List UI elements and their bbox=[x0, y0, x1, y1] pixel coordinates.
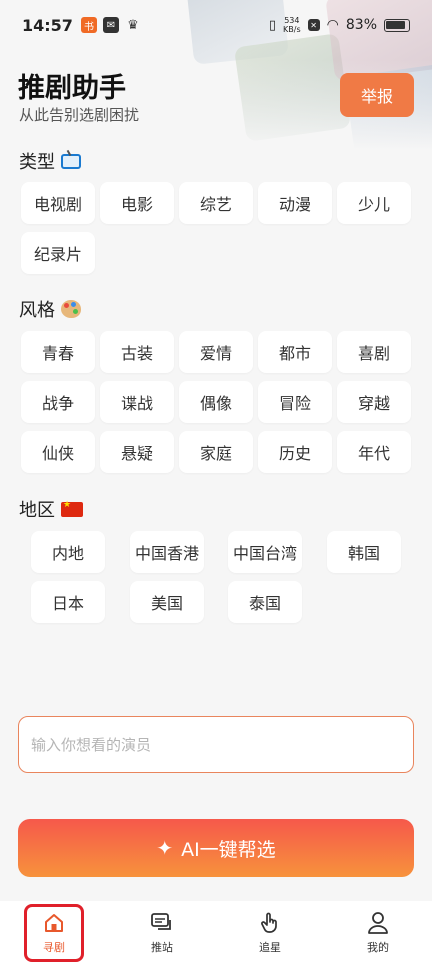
mail-notification-icon: ✉ bbox=[102, 17, 119, 33]
region-chip[interactable]: 日本 bbox=[31, 581, 105, 623]
status-time: 14:57 bbox=[22, 15, 73, 35]
style-chip[interactable]: 战争 bbox=[21, 381, 95, 423]
page-subtitle: 从此告别选剧困扰 bbox=[19, 106, 140, 124]
style-chip[interactable]: 爱情 bbox=[179, 331, 253, 373]
bottom-tab-bar: 寻剧 推站 追星 我的 bbox=[0, 901, 432, 964]
style-chip[interactable]: 谍战 bbox=[100, 381, 174, 423]
region-chip[interactable]: 中国香港 bbox=[130, 531, 204, 573]
user-icon bbox=[366, 911, 390, 935]
style-chip[interactable]: 青春 bbox=[21, 331, 95, 373]
network-speed: 534 KB/s bbox=[283, 16, 301, 34]
style-chip[interactable]: 年代 bbox=[337, 431, 411, 473]
style-section-label: 风格 bbox=[19, 300, 55, 321]
vibrate-icon: ▯ bbox=[268, 17, 277, 33]
notification-icons: 书 ✉ ♛ bbox=[80, 17, 141, 33]
tab-find-drama[interactable]: 寻剧 bbox=[0, 901, 108, 964]
region-section-label: 地区 bbox=[19, 500, 55, 521]
tab-label: 我的 bbox=[367, 940, 389, 954]
type-chip[interactable]: 电视剧 bbox=[21, 182, 95, 224]
style-chip[interactable]: 喜剧 bbox=[337, 331, 411, 373]
type-chip[interactable]: 综艺 bbox=[179, 182, 253, 224]
actor-input[interactable] bbox=[31, 735, 413, 754]
type-chip[interactable]: 少儿 bbox=[337, 182, 411, 224]
style-chip[interactable]: 仙侠 bbox=[21, 431, 95, 473]
ai-pick-button[interactable]: ✦ AI一键帮选 bbox=[18, 819, 414, 877]
style-chip[interactable]: 古装 bbox=[100, 331, 174, 373]
tab-highlight-box bbox=[24, 904, 84, 962]
style-chip[interactable]: 穿越 bbox=[337, 381, 411, 423]
style-section-title: 风格 bbox=[19, 296, 81, 322]
wifi-icon: ◠ bbox=[326, 17, 339, 33]
battery-icon bbox=[384, 18, 410, 32]
style-chip[interactable]: 悬疑 bbox=[100, 431, 174, 473]
style-chip[interactable]: 家庭 bbox=[179, 431, 253, 473]
region-section-title: 地区 bbox=[19, 496, 83, 522]
report-button[interactable]: 举报 bbox=[340, 73, 414, 117]
style-chip[interactable]: 冒险 bbox=[258, 381, 332, 423]
status-right: ▯ 534 KB/s ✕ ◠ 83% bbox=[269, 16, 410, 34]
no-sim-icon: ✕ bbox=[307, 19, 320, 31]
region-chip[interactable]: 美国 bbox=[130, 581, 204, 623]
hand-icon bbox=[258, 911, 282, 935]
china-flag-icon bbox=[61, 500, 83, 517]
crown-icon: ♛ bbox=[127, 17, 139, 33]
app-notification-icon: 书 bbox=[80, 17, 97, 33]
tab-recommend-site[interactable]: 推站 bbox=[108, 901, 216, 964]
network-speed-value: 534 bbox=[284, 16, 300, 25]
chat-icon bbox=[150, 911, 174, 935]
region-chip[interactable]: 内地 bbox=[31, 531, 105, 573]
network-speed-unit: KB/s bbox=[283, 25, 301, 34]
tab-label: 追星 bbox=[259, 940, 281, 954]
type-section-label: 类型 bbox=[19, 152, 55, 173]
type-chip[interactable]: 电影 bbox=[100, 182, 174, 224]
style-chip[interactable]: 偶像 bbox=[179, 381, 253, 423]
battery-percent: 83% bbox=[345, 17, 377, 33]
type-chip[interactable]: 纪录片 bbox=[21, 232, 95, 274]
region-chip[interactable]: 泰国 bbox=[228, 581, 302, 623]
tab-follow-star[interactable]: 追星 bbox=[216, 901, 324, 964]
status-bar: 14:57 书 ✉ ♛ ▯ 534 KB/s ✕ ◠ 83% bbox=[0, 0, 432, 50]
sparkle-icon: ✦ bbox=[156, 836, 174, 860]
actor-input-container bbox=[18, 716, 414, 773]
ai-pick-label: AI一键帮选 bbox=[181, 838, 276, 861]
tab-label: 推站 bbox=[151, 940, 173, 954]
tab-mine[interactable]: 我的 bbox=[324, 901, 432, 964]
style-chip[interactable]: 历史 bbox=[258, 431, 332, 473]
page-title: 推剧助手 bbox=[18, 73, 126, 104]
region-chip[interactable]: 韩国 bbox=[327, 531, 401, 573]
type-chip[interactable]: 动漫 bbox=[258, 182, 332, 224]
tv-icon bbox=[61, 153, 81, 169]
palette-icon bbox=[61, 300, 81, 318]
region-chip[interactable]: 中国台湾 bbox=[228, 531, 302, 573]
type-section-title: 类型 bbox=[19, 148, 81, 174]
style-chip[interactable]: 都市 bbox=[258, 331, 332, 373]
